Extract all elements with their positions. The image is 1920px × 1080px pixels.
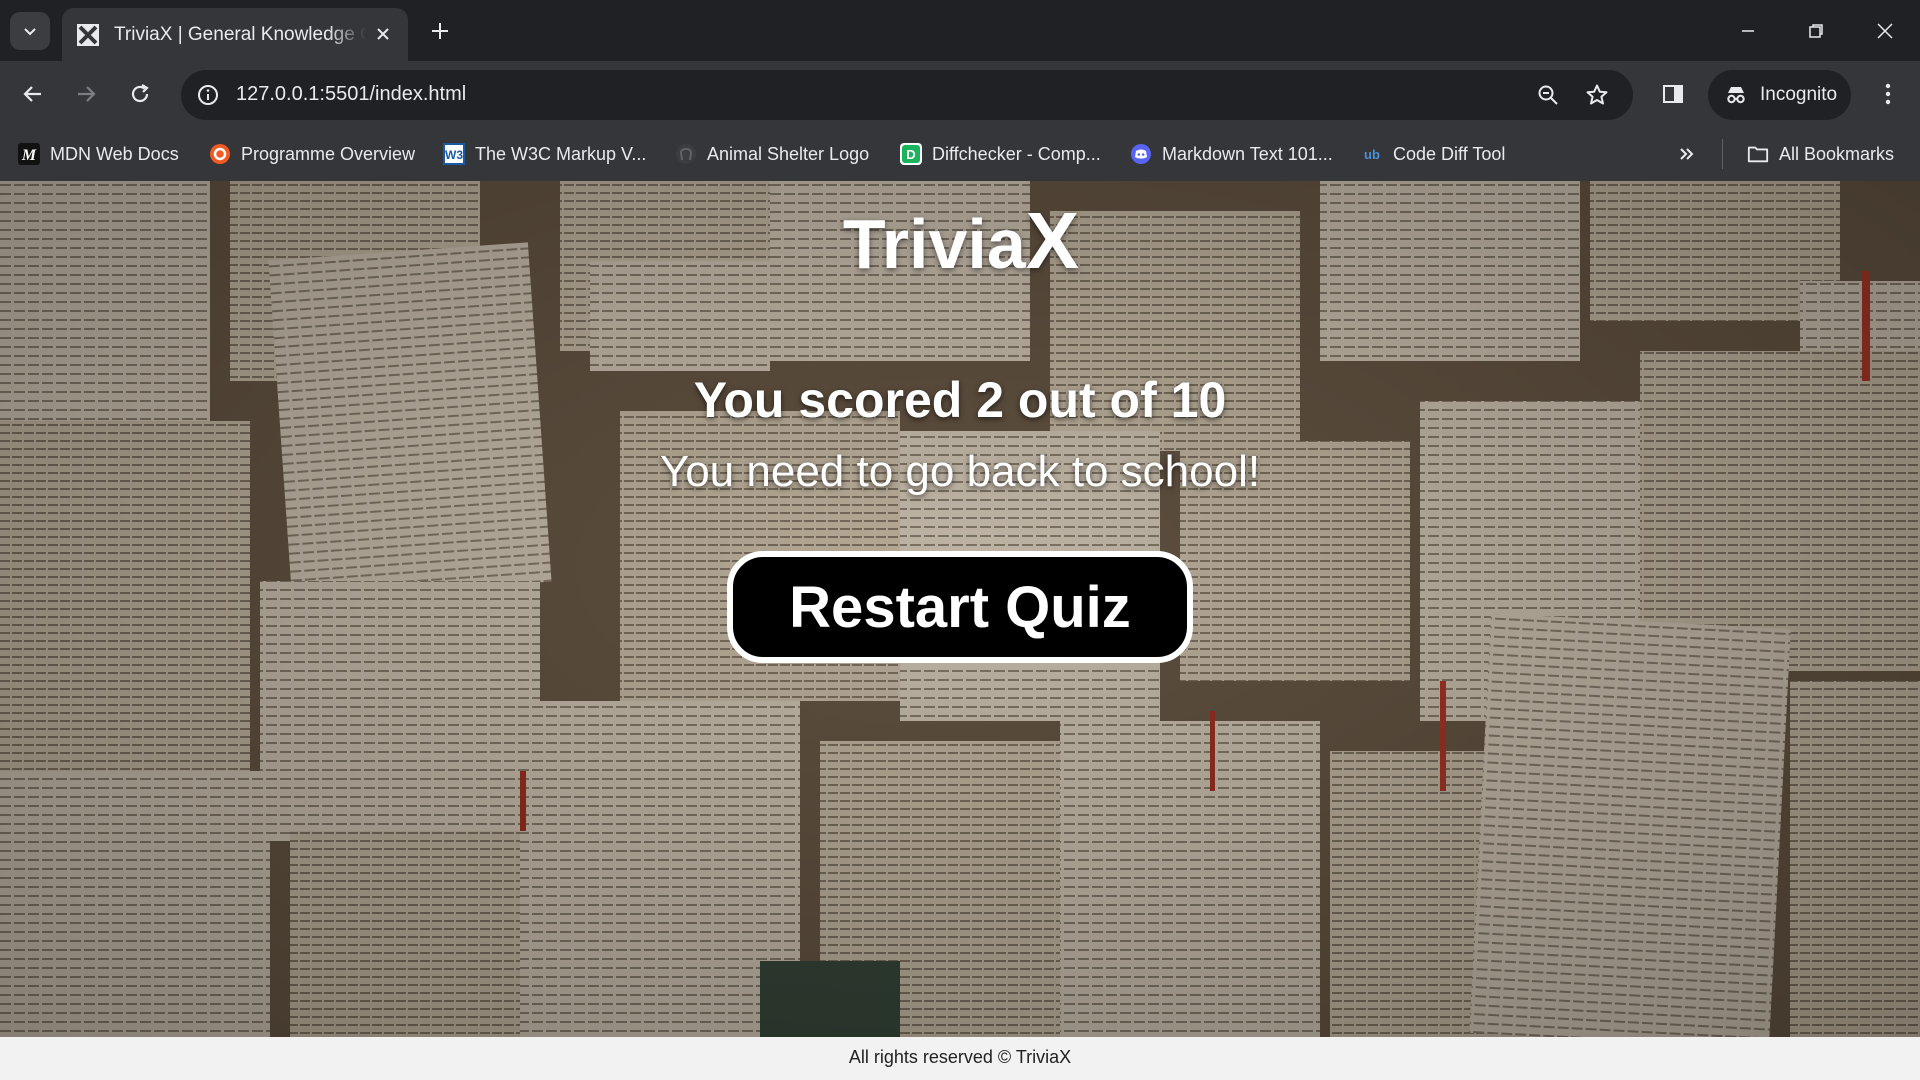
folder-icon xyxy=(1747,143,1769,165)
score-text: You scored 2 out of 10 xyxy=(693,372,1227,428)
logo-accent-text: X xyxy=(1025,196,1079,285)
logo-main-text: Trivia xyxy=(842,205,1026,283)
diffchecker-icon: D xyxy=(900,143,922,165)
tab-close-button[interactable] xyxy=(372,23,394,45)
bookmark-label: Programme Overview xyxy=(241,143,416,164)
quiz-result-content: TriviaX You scored 2 out of 10 You need … xyxy=(0,181,1920,1037)
tab-strip: TriviaX | General Knowledge Quiz xyxy=(0,0,1920,61)
svg-text:W3: W3 xyxy=(445,148,463,162)
bookmark-label: MDN Web Docs xyxy=(50,143,179,164)
restart-quiz-button[interactable]: Restart Quiz xyxy=(727,551,1193,663)
github-icon xyxy=(675,143,697,165)
svg-text:ub: ub xyxy=(1364,147,1380,162)
bookmark-mdn[interactable]: M MDN Web Docs xyxy=(18,140,179,168)
restore-icon xyxy=(1809,24,1823,38)
minimize-icon xyxy=(1742,30,1754,32)
tab-search-button[interactable] xyxy=(10,12,50,50)
site-logo: TriviaX xyxy=(0,195,1920,287)
incognito-label: Incognito xyxy=(1760,84,1838,105)
new-tab-button[interactable] xyxy=(425,16,455,46)
site-info-icon[interactable] xyxy=(193,80,223,110)
back-button[interactable] xyxy=(15,76,51,112)
arrow-right-icon xyxy=(78,86,96,102)
bookmark-code-diff-tool[interactable]: ub Code Diff Tool xyxy=(1361,140,1505,168)
discord-icon xyxy=(1130,143,1152,165)
reload-button[interactable] xyxy=(122,76,158,112)
bookmark-label: Animal Shelter Logo xyxy=(707,143,870,164)
close-icon xyxy=(1877,23,1893,39)
double-chevron-right-icon xyxy=(1680,148,1694,160)
tab-active[interactable]: TriviaX | General Knowledge Quiz xyxy=(62,8,408,61)
mdn-icon: M xyxy=(18,143,40,165)
zoom-icon[interactable] xyxy=(1533,80,1563,110)
close-window-button[interactable] xyxy=(1868,14,1902,48)
more-vertical-icon xyxy=(1885,83,1891,105)
bookmark-markdown-text[interactable]: Markdown Text 101... xyxy=(1130,140,1333,168)
side-panel-button[interactable] xyxy=(1655,76,1691,112)
bookmark-label: Diffchecker - Comp... xyxy=(932,143,1101,164)
arrow-left-icon xyxy=(23,86,41,102)
chevron-down-icon xyxy=(24,28,36,36)
incognito-indicator[interactable]: Incognito xyxy=(1708,70,1851,120)
result-message: You need to go back to school! xyxy=(659,447,1261,496)
bookmark-w3c-markup[interactable]: W3 The W3C Markup V... xyxy=(443,140,646,168)
tab-title: TriviaX | General Knowledge Quiz xyxy=(114,23,366,45)
footer-text: All rights reserved © TriviaX xyxy=(848,1047,1072,1067)
incognito-icon xyxy=(1727,87,1745,104)
address-url[interactable]: 127.0.0.1:5501/index.html xyxy=(236,83,466,106)
triviax-favicon-icon xyxy=(76,23,100,47)
all-bookmarks-button[interactable]: All Bookmarks xyxy=(1747,140,1894,168)
bookmarks-separator xyxy=(1722,139,1723,169)
all-bookmarks-label: All Bookmarks xyxy=(1779,143,1895,164)
restore-button[interactable] xyxy=(1799,14,1833,48)
bookmarks-overflow-button[interactable] xyxy=(1672,140,1702,168)
bookmark-programme-overview[interactable]: Programme Overview xyxy=(209,140,415,168)
browser-toolbar: 127.0.0.1:5501/index.html Incognito xyxy=(0,61,1920,127)
bookmarks-bar: M MDN Web Docs Programme Overview W3 The… xyxy=(0,127,1920,181)
w3c-icon: W3 xyxy=(443,143,465,165)
minimize-button[interactable] xyxy=(1731,14,1765,48)
reload-icon xyxy=(131,84,149,103)
browser-menu-button[interactable] xyxy=(1870,76,1906,112)
page-viewport: TriviaX You scored 2 out of 10 You need … xyxy=(0,181,1920,1037)
side-panel-icon xyxy=(1663,85,1683,103)
forward-button[interactable] xyxy=(68,76,104,112)
bookmark-label: Code Diff Tool xyxy=(1393,143,1506,164)
bookmark-diffchecker[interactable]: D Diffchecker - Comp... xyxy=(900,140,1101,168)
close-icon xyxy=(377,28,389,40)
bookmark-star-icon[interactable] xyxy=(1582,80,1612,110)
code-diff-icon: ub xyxy=(1361,143,1383,165)
address-bar[interactable]: 127.0.0.1:5501/index.html xyxy=(181,70,1633,120)
plus-icon xyxy=(432,23,448,39)
page-footer: All rights reserved © TriviaX xyxy=(0,1037,1920,1080)
svg-text:D: D xyxy=(906,147,915,162)
bookmark-label: Markdown Text 101... xyxy=(1162,143,1333,164)
bookmark-animal-shelter-logo[interactable]: Animal Shelter Logo xyxy=(675,140,869,168)
orange-circle-icon xyxy=(209,143,231,165)
svg-text:M: M xyxy=(21,147,37,164)
bookmark-label: The W3C Markup V... xyxy=(475,143,647,164)
